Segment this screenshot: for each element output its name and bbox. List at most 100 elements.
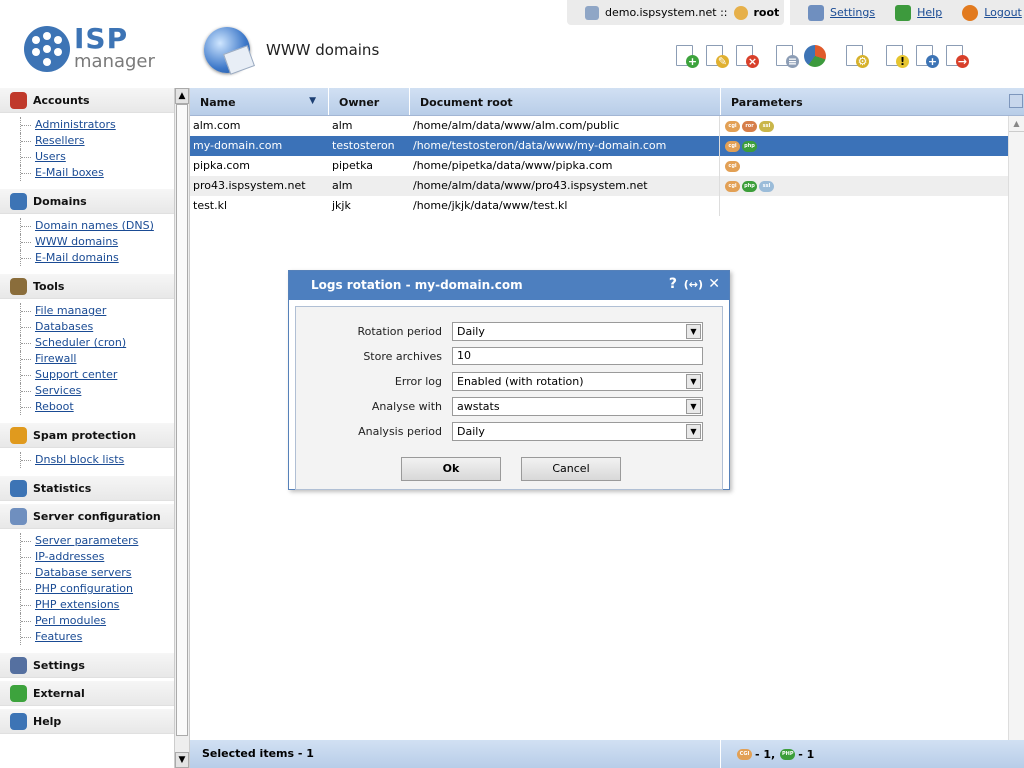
create-button[interactable]: +	[672, 42, 700, 70]
help-link[interactable]: Help	[917, 6, 942, 19]
warning-button[interactable]: !	[882, 42, 910, 70]
sidebar-section-accounts[interactable]: Accounts	[0, 88, 174, 113]
rotation-period-select[interactable]: Daily ▼	[452, 321, 703, 341]
table-scrollbar[interactable]: ▲	[1008, 116, 1024, 740]
table-row[interactable]: my-domain.com testosteron/home/testostero…	[190, 136, 1024, 156]
dialog-titlebar[interactable]: Logs rotation - my-domain.com ? (↔) ✕	[289, 271, 729, 300]
sidebar-item: Server parameters	[20, 533, 174, 549]
col-params[interactable]: Parameters	[721, 88, 1024, 115]
sidebar-item-link[interactable]: Server parameters	[35, 534, 138, 547]
sidebar-section-spam-protection[interactable]: Spam protection	[0, 423, 174, 448]
sidebar-item-link[interactable]: Users	[35, 150, 66, 163]
cell-owner: alm	[332, 179, 353, 192]
sidebar-item-link[interactable]: Reboot	[35, 400, 74, 413]
cancel-button[interactable]: Cancel	[521, 457, 621, 481]
table-body: alm.com alm/home/alm/data/www/alm.com/pub…	[190, 116, 1024, 216]
logs-button[interactable]: ≡	[772, 42, 800, 70]
ok-button[interactable]: Ok	[401, 457, 501, 481]
sidebar-item-link[interactable]: PHP configuration	[35, 582, 133, 595]
sidebar-section-tools[interactable]: Tools	[0, 274, 174, 299]
delete-button[interactable]: ×	[732, 42, 760, 70]
sidebar-item-link[interactable]: Features	[35, 630, 82, 643]
sidebar-section-settings[interactable]: Settings	[0, 653, 174, 678]
sidebar-item-link[interactable]: Resellers	[35, 134, 85, 147]
close-icon[interactable]: ✕	[708, 276, 720, 292]
sidebar-item-link[interactable]: Scheduler (cron)	[35, 336, 126, 349]
chevron-down-icon[interactable]: ▼	[686, 423, 701, 439]
cell-name: alm.com	[193, 119, 241, 132]
sidebar-section-domains[interactable]: Domains	[0, 189, 174, 214]
delete-icon: ×	[746, 55, 759, 68]
error-log-select[interactable]: Enabled (with rotation) ▼	[452, 371, 703, 391]
table-row[interactable]: test.kl jkjk/home/jkjk/data/www/test.kl	[190, 196, 1024, 216]
scroll-thumb[interactable]	[176, 104, 188, 736]
columns-config-icon[interactable]	[1009, 94, 1023, 108]
sidebar-item-link[interactable]: File manager	[35, 304, 106, 317]
chevron-down-icon[interactable]: ▼	[686, 398, 701, 414]
sidebar: Accounts Administrators Resellers Users E-Ma…	[0, 88, 174, 768]
col-name[interactable]: Name ▼	[190, 88, 329, 115]
add-alias-button[interactable]: +	[912, 42, 940, 70]
sidebar-section-statistics[interactable]: Statistics	[0, 476, 174, 501]
sidebar-item-link[interactable]: Support center	[35, 368, 117, 381]
sidebar-section-external[interactable]: External	[0, 681, 174, 706]
scroll-down-icon[interactable]: ▼	[175, 752, 189, 768]
sidebar-item-link[interactable]: Services	[35, 384, 81, 397]
sidebar-section-server-configuration[interactable]: Server configuration	[0, 504, 174, 529]
scroll-up-icon[interactable]: ▲	[175, 88, 189, 104]
sidebar-item-link[interactable]: Database servers	[35, 566, 132, 579]
sort-desc-icon: ▼	[309, 96, 316, 106]
col-docroot[interactable]: Document root	[410, 88, 721, 115]
sidebar-item: E-Mail domains	[20, 250, 174, 266]
sidebar-item-link[interactable]: Dnsbl block lists	[35, 453, 124, 466]
field-label: Analyse with	[371, 399, 442, 413]
chevron-down-icon[interactable]: ▼	[686, 323, 701, 339]
logout-link[interactable]: Logout	[984, 6, 1022, 19]
sidebar-item-link[interactable]: IP-addresses	[35, 550, 104, 563]
sidebar-scrollbar[interactable]: ▲ ▼	[174, 88, 190, 768]
sidebar-item-link[interactable]: Domain names (DNS)	[35, 219, 154, 232]
sidebar-section-help[interactable]: Help	[0, 709, 174, 734]
edit-button[interactable]: ✎	[702, 42, 730, 70]
sidebar-item: PHP extensions	[20, 597, 174, 613]
form-row: Analysis period Daily ▼	[296, 419, 722, 443]
sidebar-item-link[interactable]: PHP extensions	[35, 598, 119, 611]
sidebar-item-link[interactable]: E-Mail boxes	[35, 166, 104, 179]
table-header: Name ▼ Owner Document root Parameters	[190, 88, 1024, 116]
table-row[interactable]: pro43.ispsystem.net alm/home/alm/data/www…	[190, 176, 1024, 196]
form-row: Analyse with awstats ▼	[296, 394, 722, 418]
sidebar-item-link[interactable]: Administrators	[35, 118, 116, 131]
sidebar-item-link[interactable]: E-Mail domains	[35, 251, 119, 264]
analyse-with-select[interactable]: awstats ▼	[452, 396, 703, 416]
sidebar-item: Databases	[20, 319, 174, 335]
top-links: Settings Help Logout	[790, 0, 1024, 25]
sidebar-item-link[interactable]: Databases	[35, 320, 93, 333]
settings-link[interactable]: Settings	[830, 6, 875, 19]
store-archives-input[interactable]: 10	[452, 347, 703, 365]
help-icon[interactable]: ?	[669, 276, 677, 292]
cell-name: test.kl	[193, 199, 228, 212]
sidebar-item: Perl modules	[20, 613, 174, 629]
expand-icon[interactable]: (↔)	[684, 278, 703, 291]
field-label: Analysis period	[358, 424, 442, 438]
sidebar-item-link[interactable]: WWW domains	[35, 235, 118, 248]
table-row[interactable]: alm.com alm/home/alm/data/www/alm.com/pub…	[190, 116, 1024, 136]
sidebar-item-link[interactable]: Firewall	[35, 352, 76, 365]
sidebar-item: Domain names (DNS)	[20, 218, 174, 234]
col-owner[interactable]: Owner	[329, 88, 410, 115]
isp-logo[interactable]: ISP manager	[24, 22, 159, 76]
scroll-up-icon[interactable]: ▲	[1009, 116, 1024, 132]
sidebar-item: Administrators	[20, 117, 174, 133]
php-badge-icon: php	[742, 140, 757, 152]
accounts-icon	[10, 91, 27, 109]
exit-button[interactable]: →	[942, 42, 970, 70]
configure-button[interactable]: ⚙	[842, 42, 870, 70]
chevron-down-icon[interactable]: ▼	[686, 373, 701, 389]
sidebar-item: Database servers	[20, 565, 174, 581]
cgi-badge-icon: cgi	[725, 160, 740, 172]
analysis-period-select[interactable]: Daily ▼	[452, 421, 703, 441]
table-row[interactable]: pipka.com pipetka/home/pipetka/data/www/p…	[190, 156, 1024, 176]
statistics-button[interactable]	[802, 42, 830, 70]
sidebar-item-link[interactable]: Perl modules	[35, 614, 106, 627]
www-globe-icon	[204, 27, 255, 75]
